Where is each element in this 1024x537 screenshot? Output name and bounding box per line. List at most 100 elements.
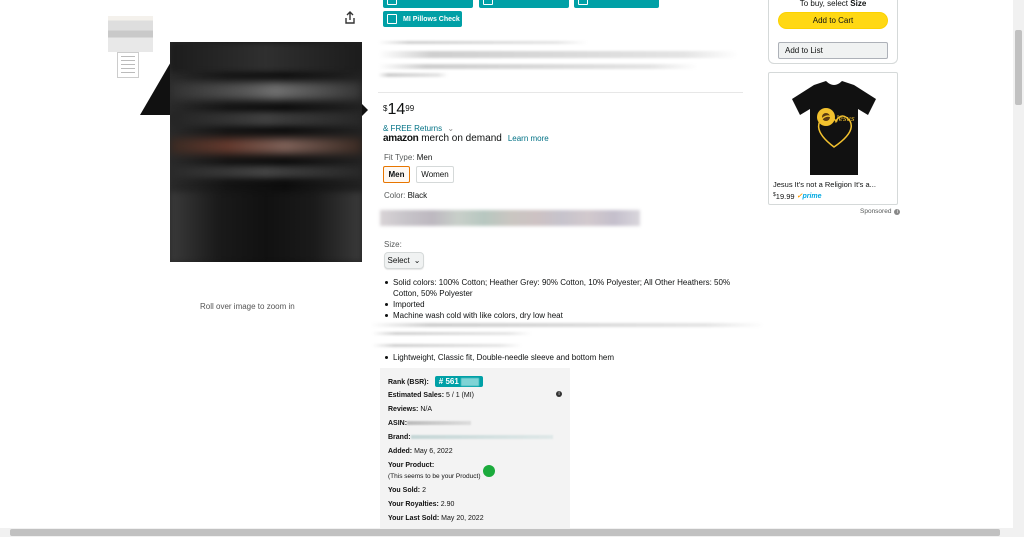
rank-blur: [460, 377, 479, 386]
royalties-row: Your Royalties: 2.90: [388, 501, 454, 508]
feature-bullets-extra: Lightweight, Classic fit, Double-needle …: [384, 352, 754, 363]
estimated-sales-value: 5 / 1 (MI): [445, 392, 474, 399]
estimated-sales-row: Estimated Sales: 5 / 1 (MI): [388, 392, 474, 399]
buy-note-prefix: To buy, select: [799, 0, 849, 8]
merch-on-demand: amazon merch on demand Learn more: [383, 133, 549, 144]
your-product-label: Your Product:: [388, 462, 435, 469]
brand-label: Brand:: [388, 434, 411, 441]
last-sold-value: May 20, 2022: [441, 515, 484, 522]
added-label: Added:: [388, 448, 413, 455]
toolbar-button-1[interactable]: [383, 0, 473, 8]
you-sold-label: You Sold:: [388, 487, 421, 494]
pillows-check-label: MI Pillows Check: [403, 15, 460, 23]
title-blur-line-4: [378, 73, 448, 77]
seller-extension-panel: Rank (BSR): # 561 i Estimated Sales: 5 /…: [380, 368, 570, 537]
learn-more-link[interactable]: Learn more: [508, 134, 549, 143]
shirt-sleeve-left: [140, 60, 172, 115]
ad-tshirt-image: Jesus: [792, 81, 876, 175]
merch-suffix: merch on demand: [421, 133, 502, 144]
blur-line: [372, 344, 522, 347]
you-sold-row: You Sold: 2: [388, 487, 426, 494]
pillows-check-button[interactable]: MI Pillows Check: [383, 11, 462, 27]
sponsored-label: Sponsored i: [860, 208, 901, 215]
reviews-label: Reviews:: [388, 406, 419, 413]
size-select-label: Select: [387, 256, 410, 265]
your-product-note: (This seems to be your Product): [388, 473, 481, 480]
you-sold-value: 2: [422, 487, 427, 494]
blur-line: [370, 323, 765, 327]
size-label: Size:: [384, 240, 402, 249]
green-status-dot: [483, 465, 495, 477]
ad-title[interactable]: Jesus It's not a Religion It's a...: [773, 180, 895, 189]
toolbar-button-2[interactable]: [479, 0, 569, 8]
color-label-text: Color:: [384, 191, 406, 200]
brand-blur: [410, 435, 553, 440]
add-to-cart-button[interactable]: Add to Cart: [778, 12, 888, 29]
ad-price-value: 19.99: [775, 192, 795, 201]
rank-label: Rank (BSR):: [388, 379, 429, 386]
asin-label: ASIN:: [388, 420, 408, 427]
amazon-logo: amazon: [383, 133, 419, 144]
list-item: Solid colors: 100% Cotton; Heather Grey:…: [384, 277, 754, 299]
size-select[interactable]: Select ⌄: [384, 252, 424, 269]
free-returns-link[interactable]: & FREE Returns ⌄: [383, 124, 454, 133]
color-value: Black: [407, 191, 428, 200]
ad-price: $19.99 ✓prime: [773, 192, 822, 201]
toolbar-button-3[interactable]: [574, 0, 659, 8]
product-main-image[interactable]: [170, 42, 362, 262]
next-image-arrow-icon[interactable]: [362, 104, 368, 116]
prime-label: prime: [802, 193, 822, 200]
last-sold-label: Your Last Sold:: [388, 515, 440, 522]
last-sold-row: Your Last Sold: May 20, 2022: [388, 515, 484, 522]
price-whole: 14: [387, 101, 406, 118]
prime-badge: ✓prime: [797, 192, 822, 200]
asin-row: ASIN:: [388, 420, 472, 427]
reviews-value: N/A: [420, 406, 432, 413]
estimated-sales-label: Estimated Sales:: [388, 392, 445, 399]
brand-row: Brand:: [388, 434, 553, 441]
blur-line: [372, 332, 532, 335]
reviews-row: Reviews: N/A: [388, 406, 432, 413]
svg-text:Jesus: Jesus: [834, 115, 855, 123]
rank-badge: # 561: [434, 376, 483, 388]
color-swatches[interactable]: [380, 210, 640, 226]
royalties-value: 2.90: [440, 501, 455, 508]
checkbox-icon: [387, 14, 397, 24]
divider: [378, 92, 743, 93]
title-blur-line-1: [378, 41, 588, 44]
fit-option-women[interactable]: Women: [416, 166, 454, 183]
list-item: Lightweight, Classic fit, Double-needle …: [384, 352, 754, 363]
info-icon[interactable]: i: [894, 208, 901, 215]
added-value: May 6, 2022: [414, 448, 453, 455]
added-row: Added: May 6, 2022: [388, 448, 453, 455]
fit-type-label-text: Fit Type:: [384, 153, 415, 162]
zoom-hint: Roll over image to zoom in: [200, 302, 295, 311]
buy-note: To buy, select Size: [768, 0, 898, 8]
fit-option-men[interactable]: Men: [383, 166, 410, 183]
fit-type-label: Fit Type: Men: [384, 153, 432, 162]
fit-type-value: Men: [416, 153, 433, 162]
your-product-row: Your Product:: [388, 462, 434, 469]
horizontal-scrollbar-thumb[interactable]: [10, 529, 1000, 536]
rank-value: # 561: [438, 377, 459, 387]
rank-row: Rank (BSR): # 561: [388, 376, 483, 388]
add-to-list-button[interactable]: Add to List: [778, 42, 888, 59]
royalties-label: Your Royalties:: [388, 501, 439, 508]
share-icon[interactable]: [342, 10, 358, 26]
thumbnail-1[interactable]: [108, 16, 153, 52]
list-item: Machine wash cold with like colors, dry …: [384, 310, 754, 321]
title-blur-line-3: [378, 64, 698, 69]
color-label: Color: Black: [384, 191, 427, 200]
thumbnail-2[interactable]: [117, 52, 139, 78]
feature-bullets: Solid colors: 100% Cotton; Heather Grey:…: [384, 277, 754, 321]
chevron-down-icon: ⌄: [447, 124, 455, 133]
title-blur-line-2: [378, 51, 738, 58]
buy-note-size: Size: [850, 0, 867, 8]
info-icon[interactable]: i: [556, 391, 562, 397]
price-fraction: 99: [405, 104, 415, 113]
vertical-scrollbar-thumb[interactable]: [1015, 30, 1022, 105]
list-item: Imported: [384, 299, 754, 310]
free-returns-label: & FREE Returns: [383, 124, 443, 133]
sponsored-text: Sponsored: [860, 208, 892, 215]
chevron-down-icon: ⌄: [413, 256, 421, 265]
